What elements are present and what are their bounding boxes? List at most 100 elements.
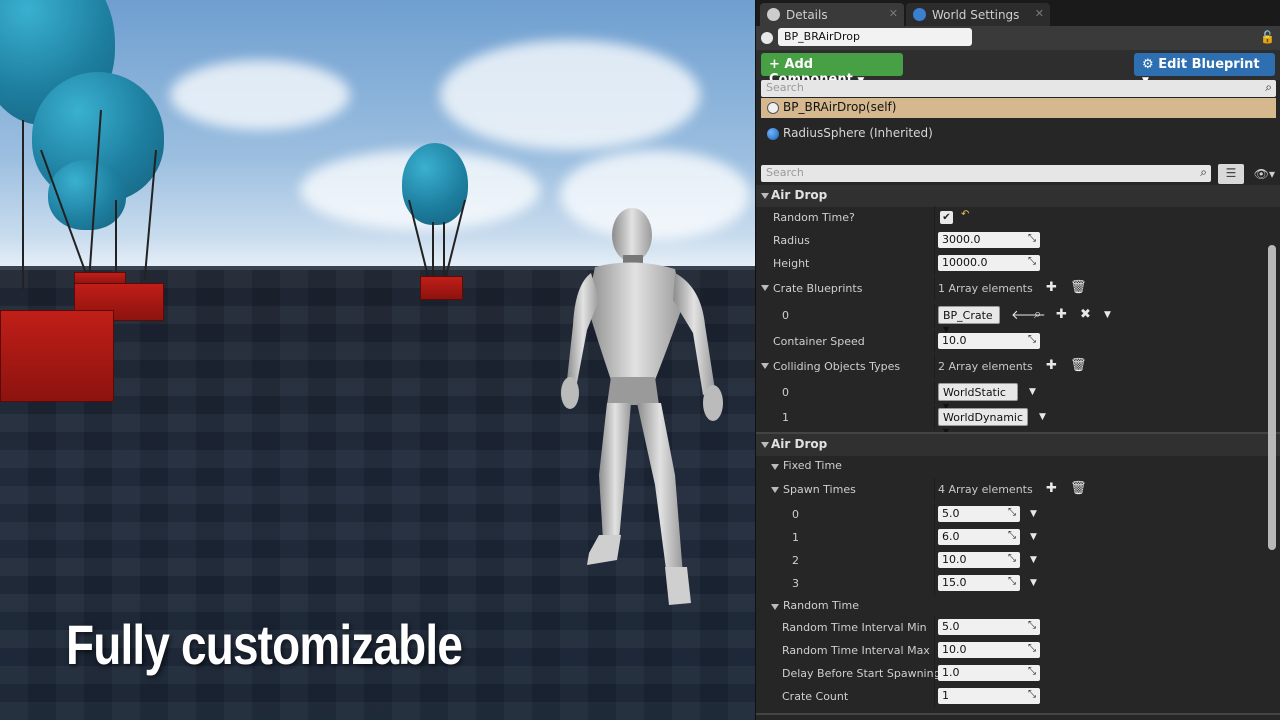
search-icon[interactable]: ⌕: [1034, 307, 1041, 322]
subcategory-fixed-time[interactable]: Fixed Time: [756, 455, 1266, 477]
random-time-checkbox[interactable]: ✔: [940, 211, 953, 224]
spawn-time-field[interactable]: 10.0 ⤡: [938, 552, 1020, 568]
crate-count-field[interactable]: 1 ⤡: [938, 688, 1040, 704]
chevron-down-icon[interactable]: ▼: [1030, 578, 1037, 588]
object-type-dropdown[interactable]: WorldStatic ▼: [938, 383, 1018, 411]
trash-icon[interactable]: 🗑: [1070, 358, 1087, 373]
actor-icon: [767, 102, 779, 114]
rope: [115, 200, 117, 280]
lock-icon[interactable]: 🔓: [1260, 30, 1275, 44]
column-divider: [934, 549, 935, 572]
property-delay-before-start: Delay Before Start Spawning 1.0 ⤡: [756, 662, 1266, 685]
spawn-time-element: 2 10.0 ⤡ ▼: [756, 549, 1266, 572]
actor-icon: [761, 32, 773, 44]
close-icon[interactable]: ✖: [1080, 307, 1091, 322]
spawn-time-element: 1 6.0 ⤡ ▼: [756, 526, 1266, 549]
array-count: 2 Array elements: [938, 360, 1033, 373]
tab-details[interactable]: Details ✕: [760, 3, 904, 26]
sphere-icon: [767, 128, 779, 140]
container-speed-field[interactable]: 10.0 ⤡: [938, 333, 1040, 349]
interval-min-field[interactable]: 5.0 ⤡: [938, 619, 1040, 635]
category-air-drop[interactable]: Air Drop: [756, 434, 1280, 456]
colliding-element: 1 WorldDynamic ▼ ▼: [756, 406, 1266, 436]
category-air-drop[interactable]: Air Drop: [756, 185, 1280, 207]
reset-icon[interactable]: ↶: [961, 209, 969, 220]
plus-icon[interactable]: ✚: [1056, 307, 1067, 322]
drag-handle-icon: ⤡: [1028, 620, 1036, 631]
trash-icon[interactable]: 🗑: [1070, 481, 1087, 496]
property-container-speed: Container Speed 10.0 ⤡: [756, 330, 1266, 353]
search-icon: ⌕: [1265, 80, 1272, 94]
column-divider: [934, 406, 935, 429]
interval-max-field[interactable]: 10.0 ⤡: [938, 642, 1040, 658]
gear-icon: ⚙: [1142, 57, 1154, 72]
array-index: 0: [782, 386, 789, 399]
chevron-down-icon[interactable]: ▼: [1030, 532, 1037, 542]
array-index: 2: [792, 554, 799, 567]
chevron-down-icon[interactable]: ▼: [1104, 310, 1111, 320]
array-count: 1 Array elements: [938, 282, 1033, 295]
crate: [420, 276, 463, 300]
property-label: Height: [773, 257, 810, 270]
close-icon[interactable]: ✕: [889, 7, 898, 20]
property-label: Crate Blueprints: [773, 282, 863, 295]
rope: [432, 222, 434, 280]
component-item-self[interactable]: BP_BRAirDrop(self): [761, 98, 1276, 118]
game-viewport[interactable]: Fully customizable: [0, 0, 755, 720]
property-crate-blueprints[interactable]: Crate Blueprints 1 Array elements ✚ 🗑: [756, 277, 1266, 300]
expand-arrow-icon: [771, 487, 779, 493]
crate-blueprint-element: 0 BP_Crate ▼ 🡐 ⌕ ✚ ✖ ▼: [756, 304, 1266, 334]
property-label: Random Time?: [773, 211, 855, 224]
component-item-radiussphere[interactable]: RadiusSphere (Inherited): [761, 124, 1276, 144]
column-divider: [934, 277, 935, 300]
components-search-input[interactable]: Search ⌕: [761, 80, 1276, 97]
property-spawn-times[interactable]: Spawn Times 4 Array elements ✚ 🗑: [756, 478, 1266, 501]
colliding-element: 0 WorldStatic ▼ ▼: [756, 381, 1266, 411]
spawn-time-field[interactable]: 6.0 ⤡: [938, 529, 1020, 545]
close-icon[interactable]: ✕: [1035, 7, 1044, 20]
property-label: Delay Before Start Spawning: [782, 667, 941, 680]
array-index: 0: [782, 309, 789, 322]
tab-world-settings[interactable]: World Settings ✕: [906, 3, 1050, 26]
property-radius: Radius 3000.0 ⤡: [756, 229, 1266, 252]
subcategory-random-time[interactable]: Random Time: [756, 595, 1266, 617]
chevron-down-icon[interactable]: ▼: [1039, 412, 1046, 422]
view-options-button[interactable]: ☰: [1218, 164, 1244, 184]
drag-handle-icon: ⤡: [1008, 507, 1016, 518]
chevron-down-icon[interactable]: ▼: [1030, 555, 1037, 565]
divider: [756, 713, 1280, 715]
object-type-dropdown[interactable]: WorldDynamic ▼: [938, 408, 1028, 436]
spawn-time-field[interactable]: 15.0 ⤡: [938, 575, 1020, 591]
tab-label: Details: [786, 8, 828, 22]
column-divider: [934, 572, 935, 595]
column-divider: [934, 662, 935, 685]
column-divider: [934, 616, 935, 639]
trash-icon[interactable]: 🗑: [1070, 280, 1087, 295]
column-divider: [934, 355, 935, 378]
plus-icon[interactable]: ✚: [1046, 280, 1057, 295]
delay-field[interactable]: 1.0 ⤡: [938, 665, 1040, 681]
plus-icon[interactable]: ✚: [1046, 481, 1057, 496]
column-divider: [934, 503, 935, 526]
crate-class-dropdown[interactable]: BP_Crate ▼: [938, 306, 1000, 334]
property-colliding-objects-types[interactable]: Colliding Objects Types 2 Array elements…: [756, 355, 1266, 378]
chevron-down-icon[interactable]: ▼: [1030, 509, 1037, 519]
column-divider: [934, 304, 935, 327]
chevron-down-icon[interactable]: ▼: [1029, 387, 1036, 397]
add-component-button[interactable]: + Add Component ▼: [761, 53, 903, 87]
eye-icon[interactable]: 👁▾: [1254, 167, 1275, 181]
radius-field[interactable]: 3000.0 ⤡: [938, 232, 1040, 248]
array-index: 1: [792, 531, 799, 544]
column-divider: [934, 381, 935, 404]
height-field[interactable]: 10000.0 ⤡: [938, 255, 1040, 271]
property-height: Height 10000.0 ⤡: [756, 252, 1266, 275]
scrollbar[interactable]: [1268, 245, 1276, 550]
drag-handle-icon: ⤡: [1028, 666, 1036, 677]
plus-icon[interactable]: ✚: [1046, 358, 1057, 373]
actor-name-field[interactable]: BP_BRAirDrop: [778, 28, 972, 46]
column-divider: [934, 252, 935, 275]
details-search-input[interactable]: Search ⌕: [761, 165, 1211, 182]
cloud: [170, 60, 350, 130]
spawn-time-field[interactable]: 5.0 ⤡: [938, 506, 1020, 522]
edit-blueprint-button[interactable]: ⚙ Edit Blueprint ▼: [1134, 53, 1275, 86]
